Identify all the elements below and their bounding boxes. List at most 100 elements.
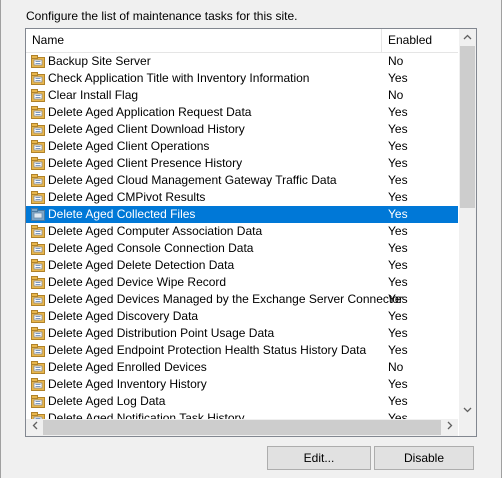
task-enabled: No	[388, 54, 404, 68]
task-enabled: Yes	[388, 343, 408, 357]
task-icon	[31, 71, 45, 85]
task-name: Backup Site Server	[48, 54, 151, 68]
task-name: Delete Aged Device Wipe Record	[48, 275, 227, 289]
task-row[interactable]: Delete Aged Client Presence History Yes	[26, 155, 458, 172]
task-icon	[31, 190, 45, 204]
column-header-name[interactable]: Name	[26, 29, 382, 52]
task-enabled: Yes	[388, 105, 408, 119]
task-name: Delete Aged Computer Association Data	[48, 224, 263, 238]
task-icon	[31, 122, 45, 136]
instruction-text: Configure the list of maintenance tasks …	[26, 9, 298, 23]
horizontal-scroll-thumb[interactable]	[43, 420, 441, 435]
task-name: Delete Aged Cloud Management Gateway Tra…	[48, 173, 337, 187]
task-name: Delete Aged Endpoint Protection Health S…	[48, 343, 367, 357]
task-enabled: Yes	[388, 394, 408, 408]
column-header-enabled[interactable]: Enabled	[382, 29, 458, 52]
task-enabled: Yes	[388, 190, 408, 204]
task-row[interactable]: Delete Aged Device Wipe Record Yes	[26, 274, 458, 291]
task-rows: Backup Site Server No Check Application Ti…	[26, 53, 458, 420]
task-row[interactable]: Delete Aged Enrolled Devices No	[26, 359, 458, 376]
task-enabled: Yes	[388, 241, 408, 255]
task-icon	[31, 54, 45, 68]
task-icon	[31, 377, 45, 391]
list-header: Name Enabled	[26, 29, 458, 53]
task-name: Delete Aged Collected Files	[48, 207, 196, 221]
task-row[interactable]: Delete Aged Computer Association Data Yes	[26, 223, 458, 240]
task-name: Clear Install Flag	[48, 88, 139, 102]
task-enabled: Yes	[388, 275, 408, 289]
task-icon	[31, 241, 45, 255]
task-icon	[31, 275, 45, 289]
task-row[interactable]: Delete Aged Collected Files Yes	[26, 206, 458, 223]
chevron-down-icon[interactable]	[459, 402, 476, 419]
task-icon	[31, 207, 45, 221]
task-enabled: No	[388, 360, 404, 374]
task-icon	[31, 343, 45, 357]
task-enabled: No	[388, 88, 404, 102]
task-name: Delete Aged Client Operations	[48, 139, 210, 153]
task-icon	[31, 292, 45, 306]
task-icon	[31, 326, 45, 340]
chevron-right-icon[interactable]	[441, 419, 458, 436]
task-row[interactable]: Delete Aged Endpoint Protection Health S…	[26, 342, 458, 359]
vertical-scroll-thumb[interactable]	[460, 46, 475, 208]
task-name: Delete Aged Discovery Data	[48, 309, 199, 323]
task-icon	[31, 224, 45, 238]
task-name: Delete Aged Inventory History	[48, 377, 207, 391]
task-row[interactable]: Delete Aged Console Connection Data Yes	[26, 240, 458, 257]
task-icon	[31, 394, 45, 408]
task-enabled: Yes	[388, 258, 408, 272]
task-name: Delete Aged Client Presence History	[48, 156, 243, 170]
task-row[interactable]: Delete Aged Delete Detection Data Yes	[26, 257, 458, 274]
task-row[interactable]: Delete Aged Application Request Data Yes	[26, 104, 458, 121]
task-enabled: Yes	[388, 292, 408, 306]
vertical-scrollbar[interactable]	[459, 29, 476, 419]
task-row[interactable]: Delete Aged Inventory History Yes	[26, 376, 458, 393]
task-icon	[31, 258, 45, 272]
task-row[interactable]: Delete Aged Distribution Point Usage Dat…	[26, 325, 458, 342]
task-name: Delete Aged Delete Detection Data	[48, 258, 235, 272]
task-name: Delete Aged Client Download History	[48, 122, 245, 136]
task-icon	[31, 88, 45, 102]
task-row[interactable]: Delete Aged CMPivot Results Yes	[26, 189, 458, 206]
task-enabled: Yes	[388, 173, 408, 187]
task-icon	[31, 173, 45, 187]
disable-button[interactable]: Disable	[374, 446, 474, 470]
task-row[interactable]: Delete Aged Devices Managed by the Excha…	[26, 291, 458, 308]
task-enabled: Yes	[388, 224, 408, 238]
scrollbar-corner	[459, 419, 476, 436]
task-row[interactable]: Check Application Title with Inventory I…	[26, 70, 458, 87]
window-left-border	[0, 0, 1, 478]
chevron-up-icon[interactable]	[459, 29, 476, 46]
task-enabled: Yes	[388, 139, 408, 153]
task-icon	[31, 139, 45, 153]
task-enabled: Yes	[388, 207, 408, 221]
task-row[interactable]: Clear Install Flag No	[26, 87, 458, 104]
task-row[interactable]: Delete Aged Log Data Yes	[26, 393, 458, 410]
task-name: Delete Aged Devices Managed by the Excha…	[48, 292, 403, 306]
task-name: Delete Aged Application Request Data	[48, 105, 252, 119]
horizontal-scrollbar[interactable]	[26, 419, 458, 436]
edit-button[interactable]: Edit...	[267, 446, 371, 470]
task-enabled: Yes	[388, 309, 408, 323]
task-enabled: Yes	[388, 122, 408, 136]
task-icon	[31, 309, 45, 323]
task-name: Check Application Title with Inventory I…	[48, 71, 310, 85]
task-row[interactable]: Delete Aged Cloud Management Gateway Tra…	[26, 172, 458, 189]
task-enabled: Yes	[388, 377, 408, 391]
task-row[interactable]: Delete Aged Discovery Data Yes	[26, 308, 458, 325]
task-enabled: Yes	[388, 326, 408, 340]
task-enabled: Yes	[388, 71, 408, 85]
task-row[interactable]: Backup Site Server No	[26, 53, 458, 70]
task-name: Delete Aged Console Connection Data	[48, 241, 254, 255]
task-name: Delete Aged CMPivot Results	[48, 190, 206, 204]
maintenance-task-list[interactable]: Name Enabled Backup Site Server No Check A…	[25, 28, 477, 437]
task-icon	[31, 156, 45, 170]
task-name: Delete Aged Log Data	[48, 394, 166, 408]
task-enabled: Yes	[388, 156, 408, 170]
task-row[interactable]: Delete Aged Client Operations Yes	[26, 138, 458, 155]
task-row[interactable]: Delete Aged Client Download History Yes	[26, 121, 458, 138]
chevron-left-icon[interactable]	[26, 419, 43, 436]
task-name: Delete Aged Distribution Point Usage Dat…	[48, 326, 275, 340]
task-icon	[31, 105, 45, 119]
